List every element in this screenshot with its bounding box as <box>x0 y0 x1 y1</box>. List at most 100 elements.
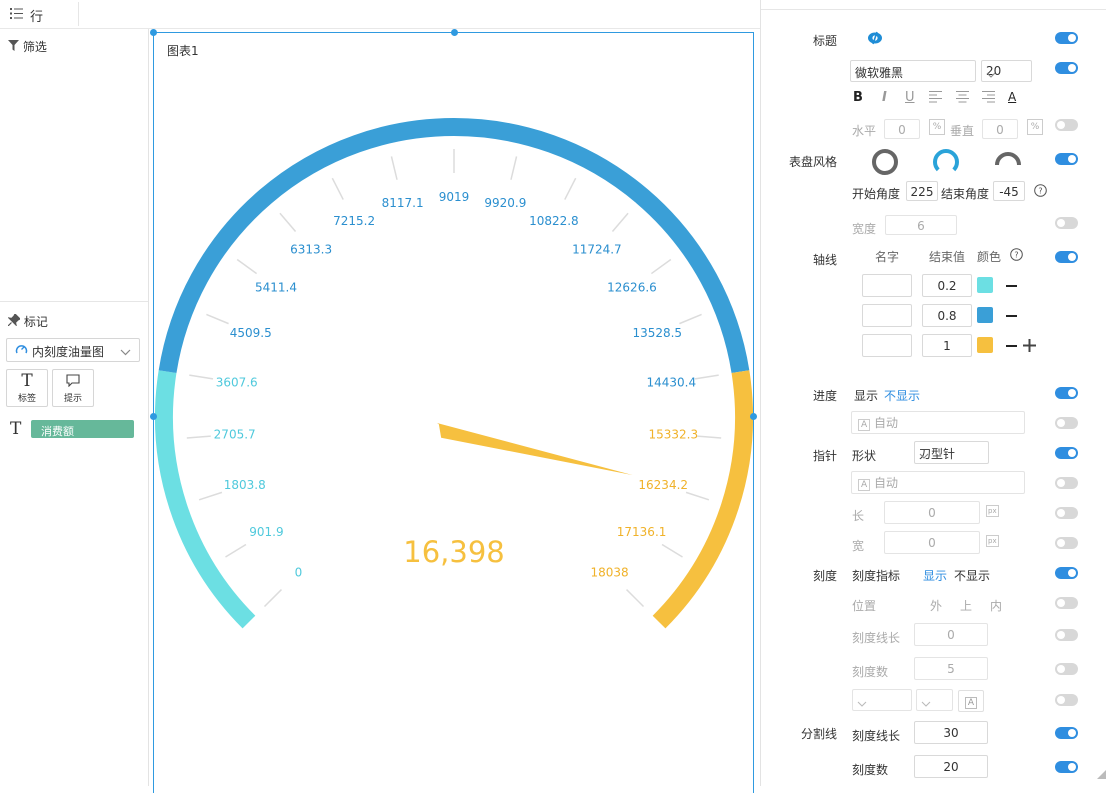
resize-handle[interactable] <box>451 29 458 36</box>
tooltip-mark-button[interactable]: 提示 <box>52 369 94 407</box>
tick-hide-option[interactable]: 不显示 <box>954 567 990 584</box>
start-angle-input[interactable]: 225 <box>906 181 938 201</box>
pointer-shape-select[interactable]: 刀型针 <box>914 441 989 464</box>
resize-handle[interactable] <box>150 413 157 420</box>
chart-type-select[interactable]: 内刻度油量图 <box>6 338 140 362</box>
font-family-select[interactable]: 微软雅黑 <box>850 60 976 82</box>
field-pill[interactable]: 消费额 <box>31 420 134 438</box>
pointer-font-toggle[interactable] <box>1055 477 1078 489</box>
axis-end-input[interactable]: 0.8 <box>922 304 972 327</box>
width-input[interactable]: 6 <box>885 215 957 235</box>
progress-hide-option[interactable]: 不显示 <box>884 387 920 404</box>
tick-size-select[interactable] <box>916 689 953 711</box>
pointer-width-input[interactable]: 0 <box>884 531 980 554</box>
add-icon[interactable] <box>1023 339 1036 355</box>
font-toggle[interactable] <box>1055 62 1078 74</box>
tick-length-toggle[interactable] <box>1055 629 1078 641</box>
width-toggle[interactable] <box>1055 217 1078 229</box>
remove-icon[interactable] <box>1006 315 1017 317</box>
axis-color-swatch[interactable] <box>977 307 993 323</box>
gauge-tick-label: 7215.2 <box>333 214 375 228</box>
axis-color-swatch[interactable] <box>977 337 993 353</box>
gauge-value-label: 16,398 <box>403 535 504 569</box>
label-mark-button[interactable]: T 标签 <box>6 369 48 407</box>
tick-position-in[interactable]: 内 <box>990 597 1002 614</box>
tick-position-toggle[interactable] <box>1055 597 1078 609</box>
filter-section[interactable]: 筛选 <box>8 38 47 55</box>
axis-name-input[interactable] <box>862 334 912 357</box>
svg-text:?: ? <box>1014 251 1018 260</box>
tick-position-out[interactable]: 外 <box>930 597 942 614</box>
tick-font-select[interactable] <box>852 689 912 711</box>
tick-font-toggle[interactable] <box>1055 694 1078 706</box>
row-shelf[interactable]: 行 <box>0 0 760 29</box>
position-toggle[interactable] <box>1055 119 1078 131</box>
resize-grip-icon[interactable] <box>1097 768 1106 782</box>
resize-handle[interactable] <box>150 29 157 36</box>
split-count-toggle[interactable] <box>1055 761 1078 773</box>
progress-show-option[interactable]: 显示 <box>854 387 878 404</box>
ticks-toggle[interactable] <box>1055 567 1078 579</box>
axis-toggle[interactable] <box>1055 251 1078 263</box>
align-left-icon[interactable] <box>929 91 942 106</box>
progress-toggle[interactable] <box>1055 387 1078 399</box>
gauge-tick <box>626 589 645 608</box>
axis-name-input[interactable] <box>862 274 912 297</box>
gauge-chart: 0 901.9 1803.8 2705.7 3607.6 4509.5 5411.4 6313… <box>155 118 753 629</box>
gauge-tick-label: 8117.1 <box>382 196 424 210</box>
axis-color-swatch[interactable] <box>977 277 993 293</box>
chart-canvas[interactable]: 图表1 0 901.9 1803.8 2705.7 3607.6 4509.5 5411.4… <box>153 32 754 793</box>
tick-show-option[interactable]: 显示 <box>923 567 947 584</box>
align-right-icon[interactable] <box>982 91 995 106</box>
progress-font-input[interactable]: A 自动 <box>851 411 1025 434</box>
resize-handle[interactable] <box>750 413 757 420</box>
axis-name-input[interactable] <box>862 304 912 327</box>
axis-end-input[interactable]: 0.2 <box>922 274 972 297</box>
font-color-icon[interactable]: A <box>958 690 984 712</box>
tick-count-input[interactable]: 5 <box>914 657 988 680</box>
pointer-section-label: 指针 <box>812 449 837 463</box>
gauge-tick <box>263 589 282 608</box>
pointer-font-input[interactable]: A 自动 <box>851 471 1025 494</box>
italic-button[interactable]: I <box>882 90 887 105</box>
help-icon[interactable]: ? <box>1034 184 1047 200</box>
tick-position-up[interactable]: 上 <box>960 597 972 614</box>
pointer-length-input[interactable]: 0 <box>884 501 980 524</box>
eye-icon[interactable] <box>867 30 883 49</box>
gauge-tick <box>186 435 211 439</box>
remove-icon[interactable] <box>1006 285 1017 287</box>
help-icon[interactable]: ? <box>1010 248 1023 264</box>
end-angle-input[interactable]: -45 <box>993 181 1025 201</box>
pointer-length-toggle[interactable] <box>1055 507 1078 519</box>
gauge-tick-label: 17136.1 <box>617 525 667 539</box>
full-ring-icon[interactable] <box>871 148 899 179</box>
split-count-label: 刻度数 <box>852 763 889 777</box>
three-quarter-ring-icon[interactable] <box>932 148 960 179</box>
bold-button[interactable]: B <box>853 90 863 105</box>
gauge-tick-label: 15332.3 <box>649 427 699 441</box>
font-size-select[interactable]: 20 <box>981 60 1032 82</box>
pointer-width-toggle[interactable] <box>1055 537 1078 549</box>
pointer-toggle[interactable] <box>1055 447 1078 459</box>
half-ring-icon[interactable] <box>994 148 1022 179</box>
remove-icon[interactable] <box>1006 345 1017 347</box>
split-length-input[interactable]: 30 <box>914 721 988 744</box>
gauge-tick-label: 0 <box>295 566 303 580</box>
text-icon: T <box>10 419 22 439</box>
split-count-input[interactable]: 20 <box>914 755 988 778</box>
tick-length-input[interactable]: 0 <box>914 623 988 646</box>
tooltip-mark-label: 提示 <box>63 394 82 404</box>
gauge-pointer <box>437 423 633 476</box>
vertical-input[interactable]: 0 <box>982 119 1018 139</box>
tick-position-label: 位置 <box>852 599 877 613</box>
dial-style-toggle[interactable] <box>1055 153 1078 165</box>
font-color-button[interactable]: A <box>1008 90 1016 104</box>
horizontal-input[interactable]: 0 <box>884 119 920 139</box>
split-length-toggle[interactable] <box>1055 727 1078 739</box>
underline-button[interactable]: U <box>905 90 915 105</box>
progress-font-toggle[interactable] <box>1055 417 1078 429</box>
axis-end-input[interactable]: 1 <box>922 334 972 357</box>
align-center-icon[interactable] <box>956 91 969 106</box>
title-toggle[interactable] <box>1055 32 1078 44</box>
tick-count-toggle[interactable] <box>1055 663 1078 675</box>
